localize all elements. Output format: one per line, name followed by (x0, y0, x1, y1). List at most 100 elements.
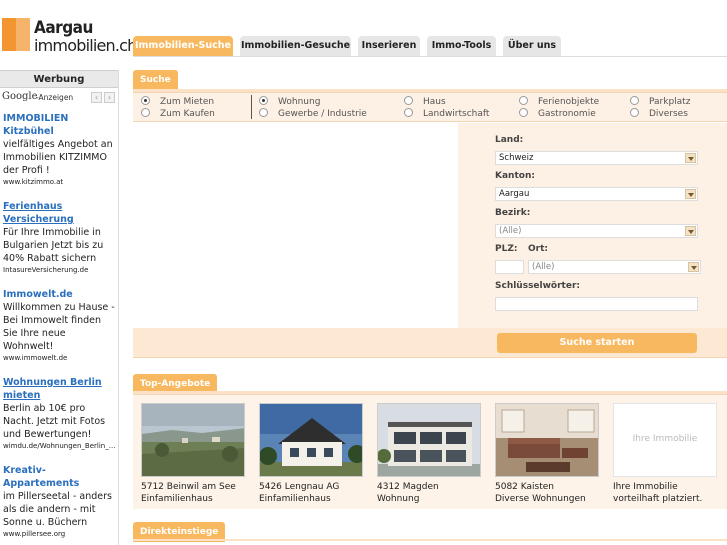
ad-url[interactable]: www.immowelt.de (3, 353, 115, 364)
land-select-value: Schweiz (499, 153, 534, 163)
radio-diverses[interactable]: Diverses (630, 108, 688, 120)
radio-haus[interactable]: Haus (404, 96, 446, 108)
offer-card[interactable]: 5712 Beinwil am See Einfamilienhaus (141, 403, 251, 505)
ad-title[interactable]: IMMOBILIEN Kitzbühel (3, 112, 115, 138)
ad-title[interactable]: Kreativ-Appartements (3, 464, 115, 490)
chevron-down-icon (685, 189, 696, 199)
ad-url[interactable]: www.pillersee.org (3, 529, 115, 540)
offer-photo[interactable] (495, 403, 599, 477)
google-ads-suffix: -Anzeigen (36, 93, 74, 102)
logo-mark-icon (2, 18, 30, 51)
land-select[interactable]: Schweiz (495, 151, 698, 165)
offer-type: Einfamilienhaus (259, 494, 331, 504)
search-start-button[interactable]: Suche starten (497, 333, 697, 353)
offer-promo-line1[interactable]: Ihre Immobilie (613, 481, 723, 493)
plz-input[interactable] (495, 260, 524, 274)
ad-item[interactable]: Kreativ-Appartements im Pillerseetal - a… (0, 464, 118, 540)
kanton-select[interactable]: Aargau (495, 187, 698, 201)
offer-location[interactable]: 5426 Lengnau AG (259, 481, 369, 493)
offer-type: Diverse Wohnungen (495, 494, 586, 504)
offer-location[interactable]: 4312 Magden (377, 481, 487, 493)
nav-divider (133, 56, 727, 57)
ad-title[interactable]: Immowelt.de (3, 288, 115, 301)
ad-description: Für Ihre Immobilie in Bulgarien Jetzt bi… (3, 227, 104, 264)
ad-item[interactable]: Immowelt.de Willkommen zu Hause - Bei Im… (0, 288, 118, 364)
offer-photo[interactable] (377, 403, 481, 477)
ad-url[interactable]: www.kitzimmo.at (3, 177, 115, 188)
offer-card[interactable]: 5082 Kaisten Diverse Wohnungen (495, 403, 605, 505)
search-section-label: Suche (133, 70, 178, 90)
radio-label: Ferienobjekte (538, 97, 600, 107)
radio-ferienobjekte[interactable]: Ferienobjekte (519, 96, 599, 108)
tab-ueber-uns[interactable]: Über uns (503, 36, 561, 56)
ad-item[interactable]: Ferienhaus Versicherung Für Ihre Immobil… (0, 200, 118, 276)
ad-title[interactable]: Ferienhaus Versicherung (3, 200, 115, 226)
offer-card[interactable]: 5426 Lengnau AG Einfamilienhaus (259, 403, 369, 505)
tab-immobilien-gesuche[interactable]: Immobilien-Gesuche (240, 36, 351, 56)
kanton-select-value: Aargau (499, 189, 530, 199)
offer-photo[interactable] (259, 403, 363, 477)
ad-item[interactable]: IMMOBILIEN Kitzbühel vielfältiges Angebo… (0, 112, 118, 188)
tab-inserieren[interactable]: Inserieren (358, 36, 420, 56)
ad-description: vielfältiges Angebot an Immobilien KITZI… (3, 139, 113, 176)
radio-gewerbe-industrie[interactable]: Gewerbe / Industrie (259, 108, 367, 120)
offer-location[interactable]: 5712 Beinwil am See (141, 481, 251, 493)
keywords-input[interactable] (495, 297, 698, 311)
land-label: Land: (495, 135, 524, 145)
radio-unchecked-icon (519, 108, 528, 117)
radio-parkplatz[interactable]: Parkplatz (630, 96, 690, 108)
radio-label: Parkplatz (649, 97, 691, 107)
direct-links-stripe (133, 539, 727, 541)
offer-promo-line2: vorteilhaft platziert. (613, 494, 703, 504)
chevron-down-icon (688, 262, 699, 272)
radio-landwirtschaft[interactable]: Landwirtschaft (404, 108, 489, 120)
keywords-label: Schlüsselwörter: (495, 281, 580, 291)
radio-group-separator (251, 95, 252, 119)
radio-checked-icon (141, 96, 150, 105)
offer-photo[interactable] (141, 403, 245, 477)
bezirk-select[interactable]: (Alle) (495, 224, 698, 238)
chevron-down-icon (685, 226, 696, 236)
radio-label: Wohnung (278, 97, 321, 107)
tab-immo-tools[interactable]: Immo-Tools (427, 36, 496, 56)
ad-item[interactable]: Wohnungen Berlin mieten Berlin ab 10€ pr… (0, 376, 118, 452)
google-logo: Google (2, 91, 38, 102)
ads-prev-icon[interactable]: ‹ (91, 92, 102, 103)
radio-unchecked-icon (519, 96, 528, 105)
radio-unchecked-icon (404, 96, 413, 105)
radio-unchecked-icon (630, 108, 639, 117)
offer-type: Wohnung (377, 494, 420, 504)
radio-gastronomie[interactable]: Gastronomie (519, 108, 596, 120)
radio-unchecked-icon (259, 108, 268, 117)
logo-text-line1: Aargau (34, 18, 93, 38)
ads-next-icon[interactable]: › (104, 92, 115, 103)
radio-label: Zum Mieten (160, 97, 215, 107)
tab-immobilien-suche[interactable]: Immobilien-Suche (133, 36, 233, 56)
offer-location[interactable]: 5082 Kaisten (495, 481, 605, 493)
radio-label: Diverses (649, 109, 688, 119)
radio-unchecked-icon (404, 108, 413, 117)
ad-title[interactable]: Wohnungen Berlin mieten (3, 376, 115, 402)
offer-photo-placeholder[interactable]: Ihre Immobilie (613, 403, 717, 477)
radio-unchecked-icon (630, 96, 639, 105)
ort-select[interactable]: (Alle) (528, 260, 701, 274)
google-ads-bar: Google -Anzeigen ‹ › (0, 90, 118, 106)
ad-url[interactable]: IntasureVersicherung.de (3, 265, 115, 276)
offer-card[interactable]: 4312 Magden Wohnung (377, 403, 487, 505)
radio-zum-mieten[interactable]: Zum Mieten (141, 96, 214, 108)
radio-label: Zum Kaufen (160, 109, 215, 119)
site-logo[interactable]: Aargau immobilien.ch (0, 16, 137, 55)
radio-label: Gewerbe / Industrie (278, 109, 367, 119)
radio-label: Landwirtschaft (423, 109, 490, 119)
chevron-down-icon (685, 153, 696, 163)
ad-url[interactable]: wimdu.de/Wohnungen_Berlin_... (3, 441, 115, 452)
placeholder-text: Ihre Immobilie (632, 434, 698, 444)
offer-card-placeholder[interactable]: Ihre Immobilie Ihre Immobilie vorteilhaf… (613, 403, 723, 505)
radio-wohnung[interactable]: Wohnung (259, 96, 320, 108)
radio-zum-kaufen[interactable]: Zum Kaufen (141, 108, 215, 120)
ads-header: Werbung (0, 70, 118, 88)
bezirk-label: Bezirk: (495, 208, 531, 218)
radio-unchecked-icon (141, 108, 150, 117)
kanton-label: Kanton: (495, 171, 535, 181)
radio-label: Gastronomie (538, 109, 596, 119)
